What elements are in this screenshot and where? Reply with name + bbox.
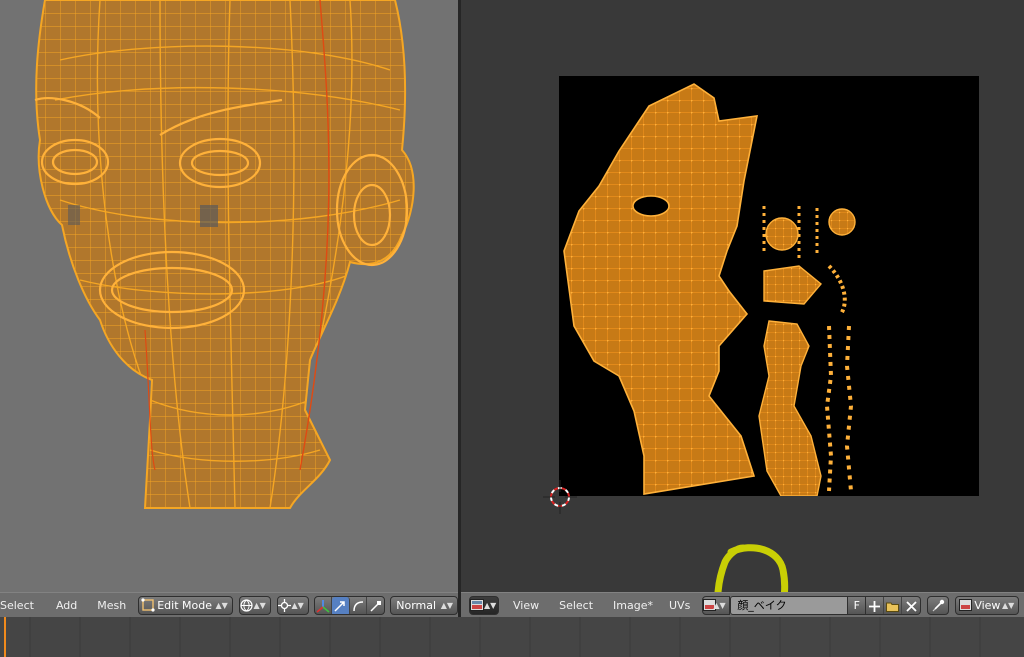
timeline-playhead[interactable] <box>4 617 6 657</box>
menu-uvs[interactable]: UVs <box>663 593 696 618</box>
view-mode-selector[interactable]: View ▲▼ <box>955 595 1020 615</box>
fake-user-button[interactable]: F <box>848 595 867 615</box>
editor-type-icon <box>470 597 484 614</box>
view-mode-icon <box>956 597 974 614</box>
editor-type-selector[interactable]: ▲▼ <box>469 595 499 615</box>
uv-islands <box>563 83 856 496</box>
updown-arrow-icon: ▲▼ <box>215 600 228 610</box>
updown-arrow-icon: ▲▼ <box>291 600 304 610</box>
rotate-icon[interactable] <box>350 596 367 614</box>
timeline-grid <box>29 617 981 657</box>
editmode-icon <box>139 597 157 614</box>
unlink-icon[interactable] <box>902 597 920 614</box>
image-browse-button[interactable]: ▲▼ <box>702 595 731 615</box>
view-mode-label: View <box>974 598 1001 612</box>
image-name-field[interactable]: 顔_ベイク <box>730 595 849 615</box>
uv-image-editor[interactable] <box>461 0 1024 592</box>
menu-image[interactable]: Image* <box>607 593 659 618</box>
image-editor-header: ▲▼ View Select Image* UVs ▲▼ 顔_ベイク F Vie… <box>461 592 1024 617</box>
manipulator-axes-icon[interactable] <box>315 596 333 614</box>
menu-add[interactable]: Add <box>50 593 83 618</box>
head-mesh-wireframe <box>34 0 415 509</box>
3d-viewport[interactable] <box>0 0 458 592</box>
mode-label: Edit Mode <box>157 598 212 612</box>
updown-arrow-icon: ▲▼ <box>253 600 266 610</box>
image-actions-group <box>866 595 922 615</box>
timeline-area[interactable] <box>0 617 1024 657</box>
pin-icon <box>929 597 947 614</box>
updown-arrow-icon: ▲▼ <box>713 600 726 610</box>
viewport-shading-selector[interactable]: ▲▼ <box>238 595 271 615</box>
manipulator-group <box>313 595 386 615</box>
open-image-icon[interactable] <box>884 596 903 614</box>
pin-button[interactable] <box>927 595 950 615</box>
uv-canvas[interactable] <box>559 76 979 496</box>
menu-mesh[interactable]: Mesh <box>91 593 132 618</box>
updown-arrow-icon: ▲▼ <box>1002 600 1015 610</box>
2d-cursor-icon[interactable] <box>543 480 577 514</box>
shading-sphere-icon <box>240 597 254 614</box>
menu-view[interactable]: View <box>507 593 545 618</box>
highlight-annotation <box>714 544 789 592</box>
menu-select[interactable]: Select <box>0 593 40 618</box>
translate-icon[interactable] <box>332 596 350 614</box>
updown-arrow-icon: ▲▼ <box>440 600 453 610</box>
mode-selector[interactable]: Edit Mode ▲▼ <box>138 595 233 615</box>
transform-orientation-selector[interactable]: Normal ▲▼ <box>390 595 458 615</box>
scale-icon[interactable] <box>367 597 384 614</box>
pivot-icon <box>278 597 292 614</box>
pivot-point-selector[interactable]: ▲▼ <box>276 595 309 615</box>
3d-view-header: Select Add Mesh Edit Mode ▲▼ ▲▼ ▲▼ Norma… <box>0 592 458 617</box>
orientation-label: Normal <box>396 598 437 612</box>
updown-arrow-icon: ▲▼ <box>484 600 497 610</box>
menu-select[interactable]: Select <box>553 593 599 618</box>
new-image-icon[interactable] <box>866 596 885 614</box>
face-island <box>563 83 759 495</box>
